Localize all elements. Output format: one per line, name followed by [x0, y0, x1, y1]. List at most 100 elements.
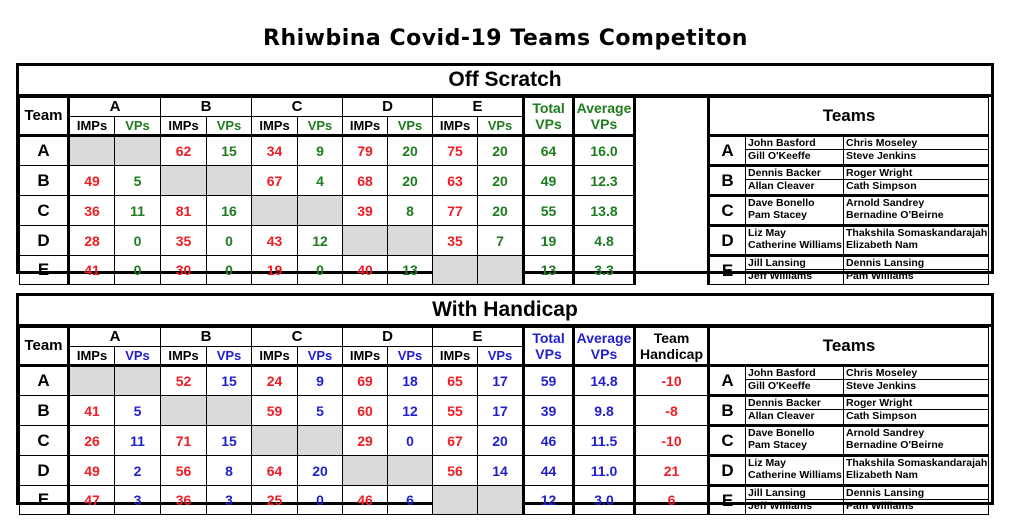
player-name: Elizabeth Nam [846, 469, 918, 481]
player-name: Pam Williams [846, 500, 914, 512]
imps-cell: 46 [342, 485, 388, 515]
vps-cell: 0 [114, 255, 161, 285]
imps-header: IMPs [160, 346, 207, 367]
imps-cell: 79 [342, 135, 388, 166]
player-name: Roger Wright [844, 399, 988, 410]
player-name: Dennis Backer [746, 399, 843, 410]
average-vps-cell: 12.3 [573, 165, 637, 196]
player-name: John Basford [746, 139, 843, 150]
player-name: Dave Bonello [748, 197, 815, 210]
vps-header: VPs [297, 116, 343, 137]
self-match-cell [297, 425, 343, 456]
roster-players-col1: Dave Bonello Pam Stacey [745, 194, 845, 226]
roster-players-col1: Jill Lansing Jeff Williams [745, 484, 845, 515]
teams-roster-header: Teams [708, 327, 990, 367]
vps-cell: 5 [297, 395, 343, 426]
vps-header: VPs [206, 116, 252, 137]
vps-cell: 20 [476, 135, 526, 166]
vps-cell: 5 [114, 165, 161, 196]
roster-players-col1: Dave Bonello Pam Stacey [745, 424, 845, 456]
roster-players-col2: Dennis Lansing Pam Williams [843, 254, 990, 285]
player-name: Thakshila Somaskandarajah [846, 227, 988, 240]
vps-cell: 12 [387, 395, 433, 426]
total-vps-cell: 19 [523, 225, 576, 256]
average-vps-cell: 16.0 [573, 135, 637, 166]
row-team-letter: C [19, 425, 70, 456]
average-vps-cell: 11.0 [573, 455, 637, 486]
team-row-b: B 49 5 67 4 68 20 63 20 49 12.3 B Dennis Backer Allan… [19, 164, 990, 196]
vps-cell: 5 [114, 395, 161, 426]
imps-header: IMPs [342, 346, 388, 367]
imps-cell: 28 [68, 225, 115, 256]
imps-header: IMPs [68, 346, 115, 367]
vps-cell: 3 [114, 485, 161, 515]
imps-cell: 19 [251, 255, 298, 285]
team-row-b: B 41 5 59 5 60 12 55 17 39 9.8 -8 B Dennis Backer Alla… [19, 394, 990, 426]
blank-cell [634, 195, 711, 226]
roster-players-col1: John Basford Gill O'Keeffe [745, 134, 845, 166]
page-title: Rhiwbina Covid-19 Teams Competiton [263, 26, 748, 51]
average-vps-header: Average VPs [573, 97, 637, 137]
vps-header: VPs [476, 116, 526, 137]
self-match-cell [206, 395, 252, 426]
total-vps-cell: 39 [523, 395, 576, 426]
average-vps-cell: 14.8 [573, 365, 637, 396]
teams-roster-header: Teams [708, 97, 990, 137]
self-match-cell [476, 485, 526, 515]
row-team-letter: C [19, 195, 70, 226]
player-name: Allan Cleaver [748, 410, 815, 422]
roster-players-col2: Chris Moseley Steve Jenkins [843, 364, 990, 396]
vps-cell: 8 [206, 455, 252, 486]
row-team-letter: E [19, 485, 70, 515]
total-vps-header: Total VPs [523, 97, 576, 137]
vps-cell: 7 [476, 225, 526, 256]
imps-cell: 49 [68, 455, 115, 486]
vps-cell: 16 [206, 195, 252, 226]
team-row-d: D 28 0 35 0 43 12 35 7 19 4.8 D Liz May Catherine Wil… [19, 224, 990, 256]
blank-column-header [634, 97, 711, 136]
vps-header: VPs [476, 346, 526, 367]
vps-header: VPs [114, 346, 161, 367]
imps-cell: 30 [160, 255, 207, 285]
self-match-cell [160, 165, 207, 196]
opponent-header-d: D [342, 327, 433, 347]
row-team-letter: A [19, 135, 70, 166]
vps-cell: 0 [387, 425, 433, 456]
self-match-cell [206, 165, 252, 196]
total-vps-cell: 55 [523, 195, 576, 226]
player-name: Dennis Lansing [844, 259, 988, 270]
imps-header: IMPs [68, 116, 115, 137]
imps-header: IMPs [432, 346, 478, 367]
imps-header: IMPs [432, 116, 478, 137]
imps-header: IMPs [251, 346, 298, 367]
player-name: Thakshila Somaskandarajah [846, 457, 988, 470]
imps-cell: 67 [251, 165, 298, 196]
team-handicap-cell: -10 [634, 425, 711, 456]
player-name: Jeff Williams [748, 500, 813, 512]
roster-team-letter: E [708, 254, 747, 285]
player-name: Bernadine O'Beirne [846, 209, 944, 221]
team-handicap-cell: 21 [634, 455, 711, 486]
with-handicap-panel: With Handicap Team A B C D E Total VPs Average VP… [16, 293, 994, 515]
opponent-header-c: C [251, 97, 343, 117]
imps-cell: 41 [68, 255, 115, 285]
self-match-cell [114, 365, 161, 396]
total-vps-cell: 46 [523, 425, 576, 456]
self-match-cell [160, 395, 207, 426]
imps-cell: 41 [68, 395, 115, 426]
imps-cell: 77 [432, 195, 478, 226]
self-match-cell [342, 455, 388, 486]
blank-cell [634, 165, 711, 196]
player-name: Gill O'Keeffe [748, 380, 811, 392]
roster-players-col2: Roger Wright Cath Simpson [843, 164, 990, 196]
average-vps-cell: 13.8 [573, 195, 637, 226]
imps-cell: 60 [342, 395, 388, 426]
roster-team-letter: B [708, 164, 747, 196]
imps-header: IMPs [160, 116, 207, 137]
imps-cell: 36 [160, 485, 207, 515]
row-team-letter: D [19, 455, 70, 486]
roster-players-col1: John Basford Gill O'Keeffe [745, 364, 845, 396]
vps-cell: 0 [206, 255, 252, 285]
roster-players-col1: Liz May Catherine Williams [745, 224, 845, 256]
opponent-header-a: A [68, 97, 161, 117]
